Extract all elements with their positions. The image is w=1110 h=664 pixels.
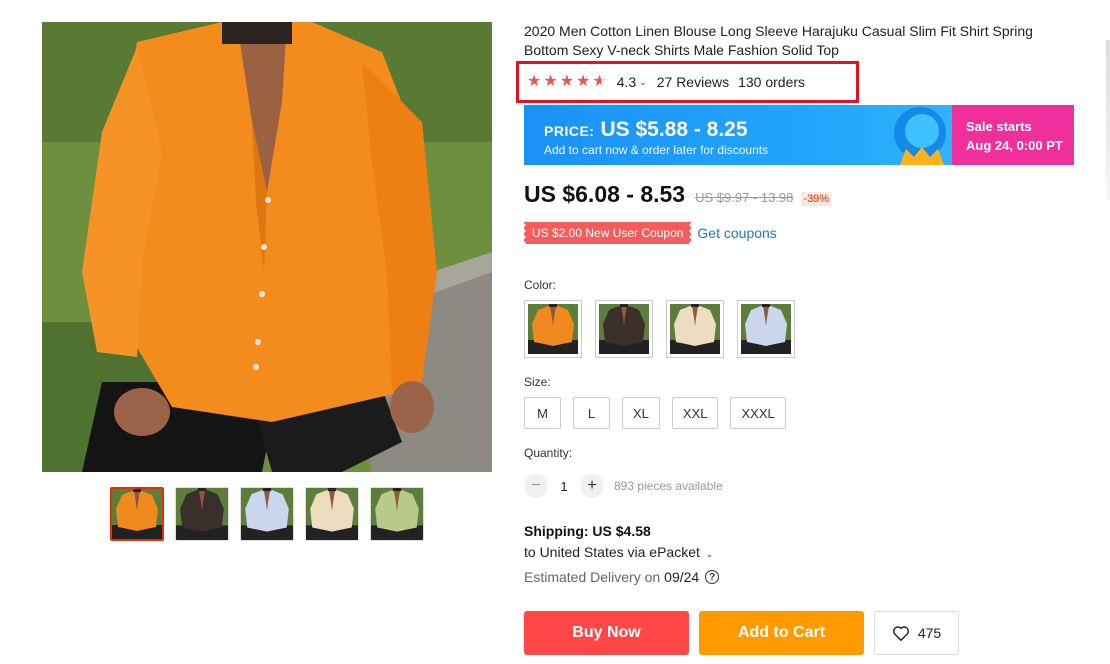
thumbnail-orange[interactable] — [110, 487, 164, 541]
delivery-label: Estimated Delivery on — [524, 569, 661, 585]
price-row: US $6.08 - 8.53 US $9.97 - 13.98 -39% — [524, 181, 832, 208]
size-option-xl[interactable]: XL — [622, 397, 660, 429]
side-panel-edge — [1106, 40, 1110, 200]
shipping-destination-text[interactable]: to United States via ePacket — [524, 544, 700, 560]
size-option-l[interactable]: L — [573, 397, 610, 429]
new-user-coupon-tag: US $2.00 New User Coupon — [524, 222, 692, 244]
quantity-stepper: − 1 + 893 pieces available — [524, 474, 723, 498]
sale-start-panel: Sale starts Aug 24, 0:00 PT — [952, 105, 1074, 165]
size-label: Size: — [524, 375, 551, 389]
thumbnail-light-blue[interactable] — [240, 487, 294, 541]
original-price: US $9.97 - 13.98 — [695, 190, 794, 205]
rating-summary: ★ ★ ★ ★ ★ 4.3 ⌄ 27 Reviews 130 orders — [516, 61, 859, 103]
thumbnail-strip — [110, 487, 424, 541]
buy-now-button[interactable]: Buy Now — [524, 611, 689, 655]
color-swatch-beige[interactable] — [666, 300, 724, 358]
rating-value[interactable]: 4.3 — [617, 74, 636, 90]
thumbnail-black[interactable] — [175, 487, 229, 541]
star-icon: ★ — [559, 73, 575, 90]
size-option-xxl[interactable]: XXL — [671, 397, 719, 429]
size-options: M L XL XXL XXXL — [524, 397, 786, 429]
get-coupons-link[interactable]: Get coupons — [697, 225, 776, 241]
main-product-image[interactable] — [42, 22, 492, 472]
quantity-value[interactable]: 1 — [548, 479, 580, 494]
promo-price-panel: PRICE: US $5.88 - 8.25 Add to cart now &… — [524, 105, 952, 165]
color-label: Color: — [524, 278, 557, 292]
product-title: 2020 Men Cotton Linen Blouse Long Sleeve… — [524, 23, 1033, 58]
decrease-quantity-button[interactable]: − — [524, 474, 548, 498]
chevron-down-icon[interactable]: ⌄ — [639, 77, 647, 88]
color-swatches — [524, 300, 795, 358]
sale-start-date: Aug 24, 0:00 PT — [966, 138, 1063, 153]
promo-price: US $5.88 - 8.25 — [600, 118, 748, 141]
current-price: US $6.08 - 8.53 — [524, 181, 686, 207]
shipping-destination[interactable]: to United States via ePacket ⌄ — [524, 544, 723, 560]
add-to-cart-button[interactable]: Add to Cart — [699, 611, 864, 655]
increase-quantity-button[interactable]: + — [580, 474, 604, 498]
size-option-xxxl[interactable]: XXXL — [730, 397, 786, 429]
promo-label: PRICE: — [544, 123, 595, 139]
stock-available: 893 pieces available — [614, 479, 723, 493]
promo-subtitle: Add to cart now & order later for discou… — [544, 143, 769, 157]
shipping-cost: Shipping: US $4.58 — [524, 523, 651, 539]
wishlist-count: 475 — [917, 625, 942, 641]
star-icon: ★ — [576, 73, 591, 90]
thumbnail-green[interactable] — [370, 487, 424, 541]
discount-badge: -39% — [801, 192, 832, 206]
color-swatch-light-blue[interactable] — [737, 300, 795, 358]
chevron-down-icon[interactable]: ⌄ — [706, 549, 714, 559]
quantity-label: Quantity: — [524, 446, 573, 460]
delivery-date: 09/24 — [664, 569, 700, 585]
thumbnail-beige[interactable] — [305, 487, 359, 541]
star-icon: ★ — [527, 73, 542, 90]
reviews-link[interactable]: 27 Reviews — [657, 74, 729, 90]
star-icon: ★ — [543, 73, 558, 90]
help-icon[interactable]: ? — [705, 570, 720, 584]
color-swatch-black[interactable] — [595, 300, 653, 358]
rating-stars: ★ ★ ★ ★ ★ — [527, 74, 607, 90]
color-swatch-orange[interactable] — [524, 300, 582, 358]
orders-count: 130 orders — [738, 74, 806, 90]
half-star-icon: ★ — [592, 73, 607, 90]
sale-start-label: Sale starts — [966, 119, 1032, 134]
heart-icon — [892, 626, 909, 641]
wishlist-button[interactable]: 475 — [874, 611, 959, 655]
size-option-m[interactable]: M — [524, 397, 561, 429]
sale-badge-icon — [894, 107, 946, 165]
promo-banner: PRICE: US $5.88 - 8.25 Add to cart now &… — [524, 105, 1074, 165]
coupon-row: US $2.00 New User Coupon Get coupons — [524, 222, 777, 244]
estimated-delivery: Estimated Delivery on 09/24 ? — [524, 569, 720, 585]
